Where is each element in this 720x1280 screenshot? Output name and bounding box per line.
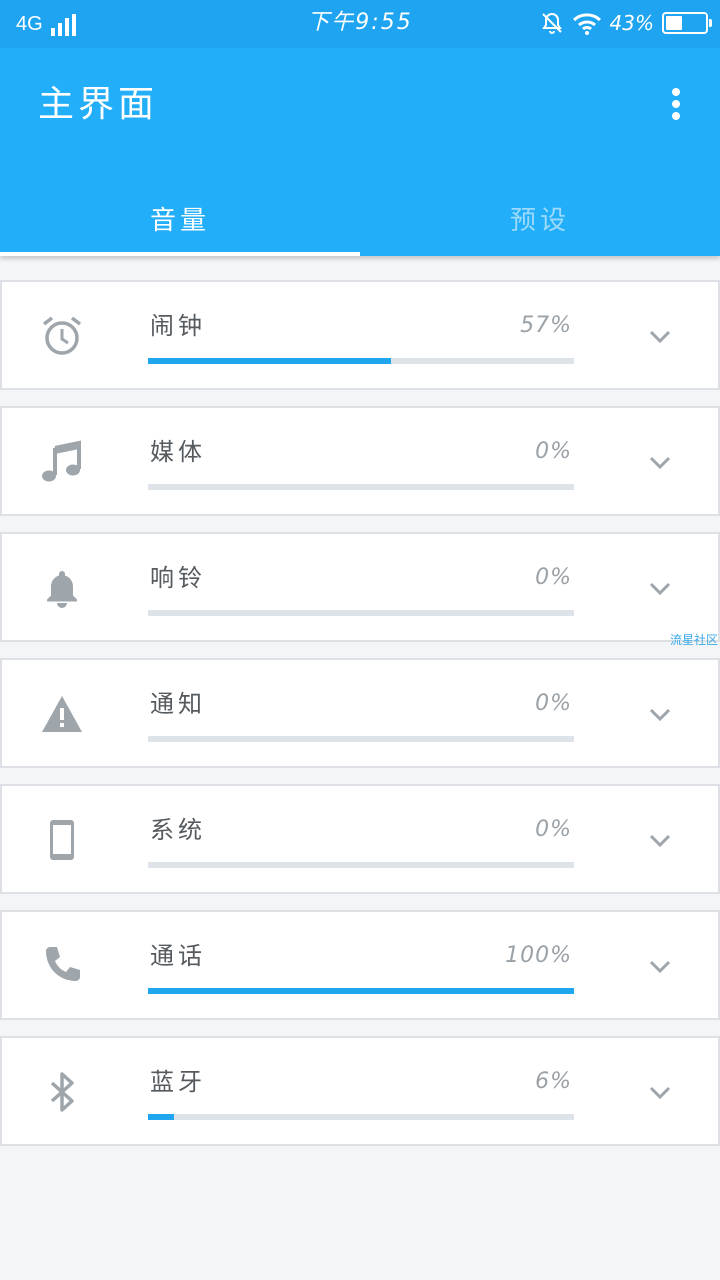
page-title: 主界面 — [38, 84, 159, 125]
volume-percent: 6% — [535, 1069, 572, 1094]
battery-icon — [662, 12, 712, 34]
volume-slider[interactable] — [148, 484, 574, 490]
chevron-down-icon[interactable] — [646, 448, 674, 476]
volume-slider[interactable] — [148, 610, 574, 616]
chevron-down-icon[interactable] — [646, 574, 674, 602]
volume-slider[interactable] — [148, 1114, 574, 1120]
volume-slider[interactable] — [148, 358, 574, 364]
warning-icon — [40, 692, 84, 736]
status-bar: 4G 下午9:55 43% — [0, 0, 720, 48]
more-vertical-icon[interactable] — [660, 82, 692, 126]
alarm-clock-icon — [40, 314, 84, 358]
volume-percent: 57% — [520, 313, 572, 338]
volume-slider[interactable] — [148, 862, 574, 868]
phone-call-icon — [40, 944, 84, 988]
volume-row-alarm[interactable]: 闹钟 57% — [0, 280, 720, 390]
volume-label: 媒体 — [150, 438, 206, 466]
volume-slider[interactable] — [148, 988, 574, 994]
chevron-down-icon[interactable] — [646, 1078, 674, 1106]
volume-row-ringer[interactable]: 响铃 0% — [0, 532, 720, 642]
volume-percent: 0% — [535, 565, 572, 590]
tab-preset[interactable]: 预设 — [360, 180, 720, 256]
volume-label: 系统 — [150, 816, 206, 844]
volume-label: 通话 — [150, 942, 206, 970]
volume-row-bluetooth[interactable]: 蓝牙 6% — [0, 1036, 720, 1146]
watermark: 流星社区 — [669, 633, 718, 647]
chevron-down-icon[interactable] — [646, 322, 674, 350]
battery-percent: 43% — [609, 11, 654, 35]
wifi-icon — [572, 13, 601, 35]
volume-label: 闹钟 — [150, 312, 206, 340]
chevron-down-icon[interactable] — [646, 826, 674, 854]
volume-slider-fill — [148, 1114, 174, 1120]
status-right: 43% — [540, 10, 712, 36]
app-bar: 主界面 音量 预设 — [0, 48, 720, 256]
volume-slider-fill — [148, 988, 574, 994]
volume-row-media[interactable]: 媒体 0% — [0, 406, 720, 516]
volume-percent: 0% — [535, 691, 572, 716]
volume-percent: 100% — [505, 943, 572, 968]
alarm-off-icon — [541, 12, 562, 34]
volume-percent: 0% — [535, 439, 572, 464]
volume-row-call[interactable]: 通话 100% — [0, 910, 720, 1020]
volume-percent: 0% — [535, 817, 572, 842]
volume-row-notification[interactable]: 通知 0% — [0, 658, 720, 768]
volume-slider-fill — [148, 358, 391, 364]
bell-icon — [40, 566, 84, 610]
volume-label: 通知 — [150, 690, 206, 718]
tab-indicator — [0, 252, 360, 256]
volume-label: 蓝牙 — [150, 1068, 206, 1096]
battery-fill — [666, 16, 682, 30]
chevron-down-icon[interactable] — [646, 952, 674, 980]
volume-label: 响铃 — [150, 564, 206, 592]
music-note-icon — [40, 440, 84, 484]
chevron-down-icon[interactable] — [646, 700, 674, 728]
bluetooth-icon — [40, 1070, 84, 1114]
tab-volume[interactable]: 音量 — [0, 180, 360, 256]
volume-row-system[interactable]: 系统 0% — [0, 784, 720, 894]
phone-device-icon — [40, 818, 84, 862]
volume-slider[interactable] — [148, 736, 574, 742]
